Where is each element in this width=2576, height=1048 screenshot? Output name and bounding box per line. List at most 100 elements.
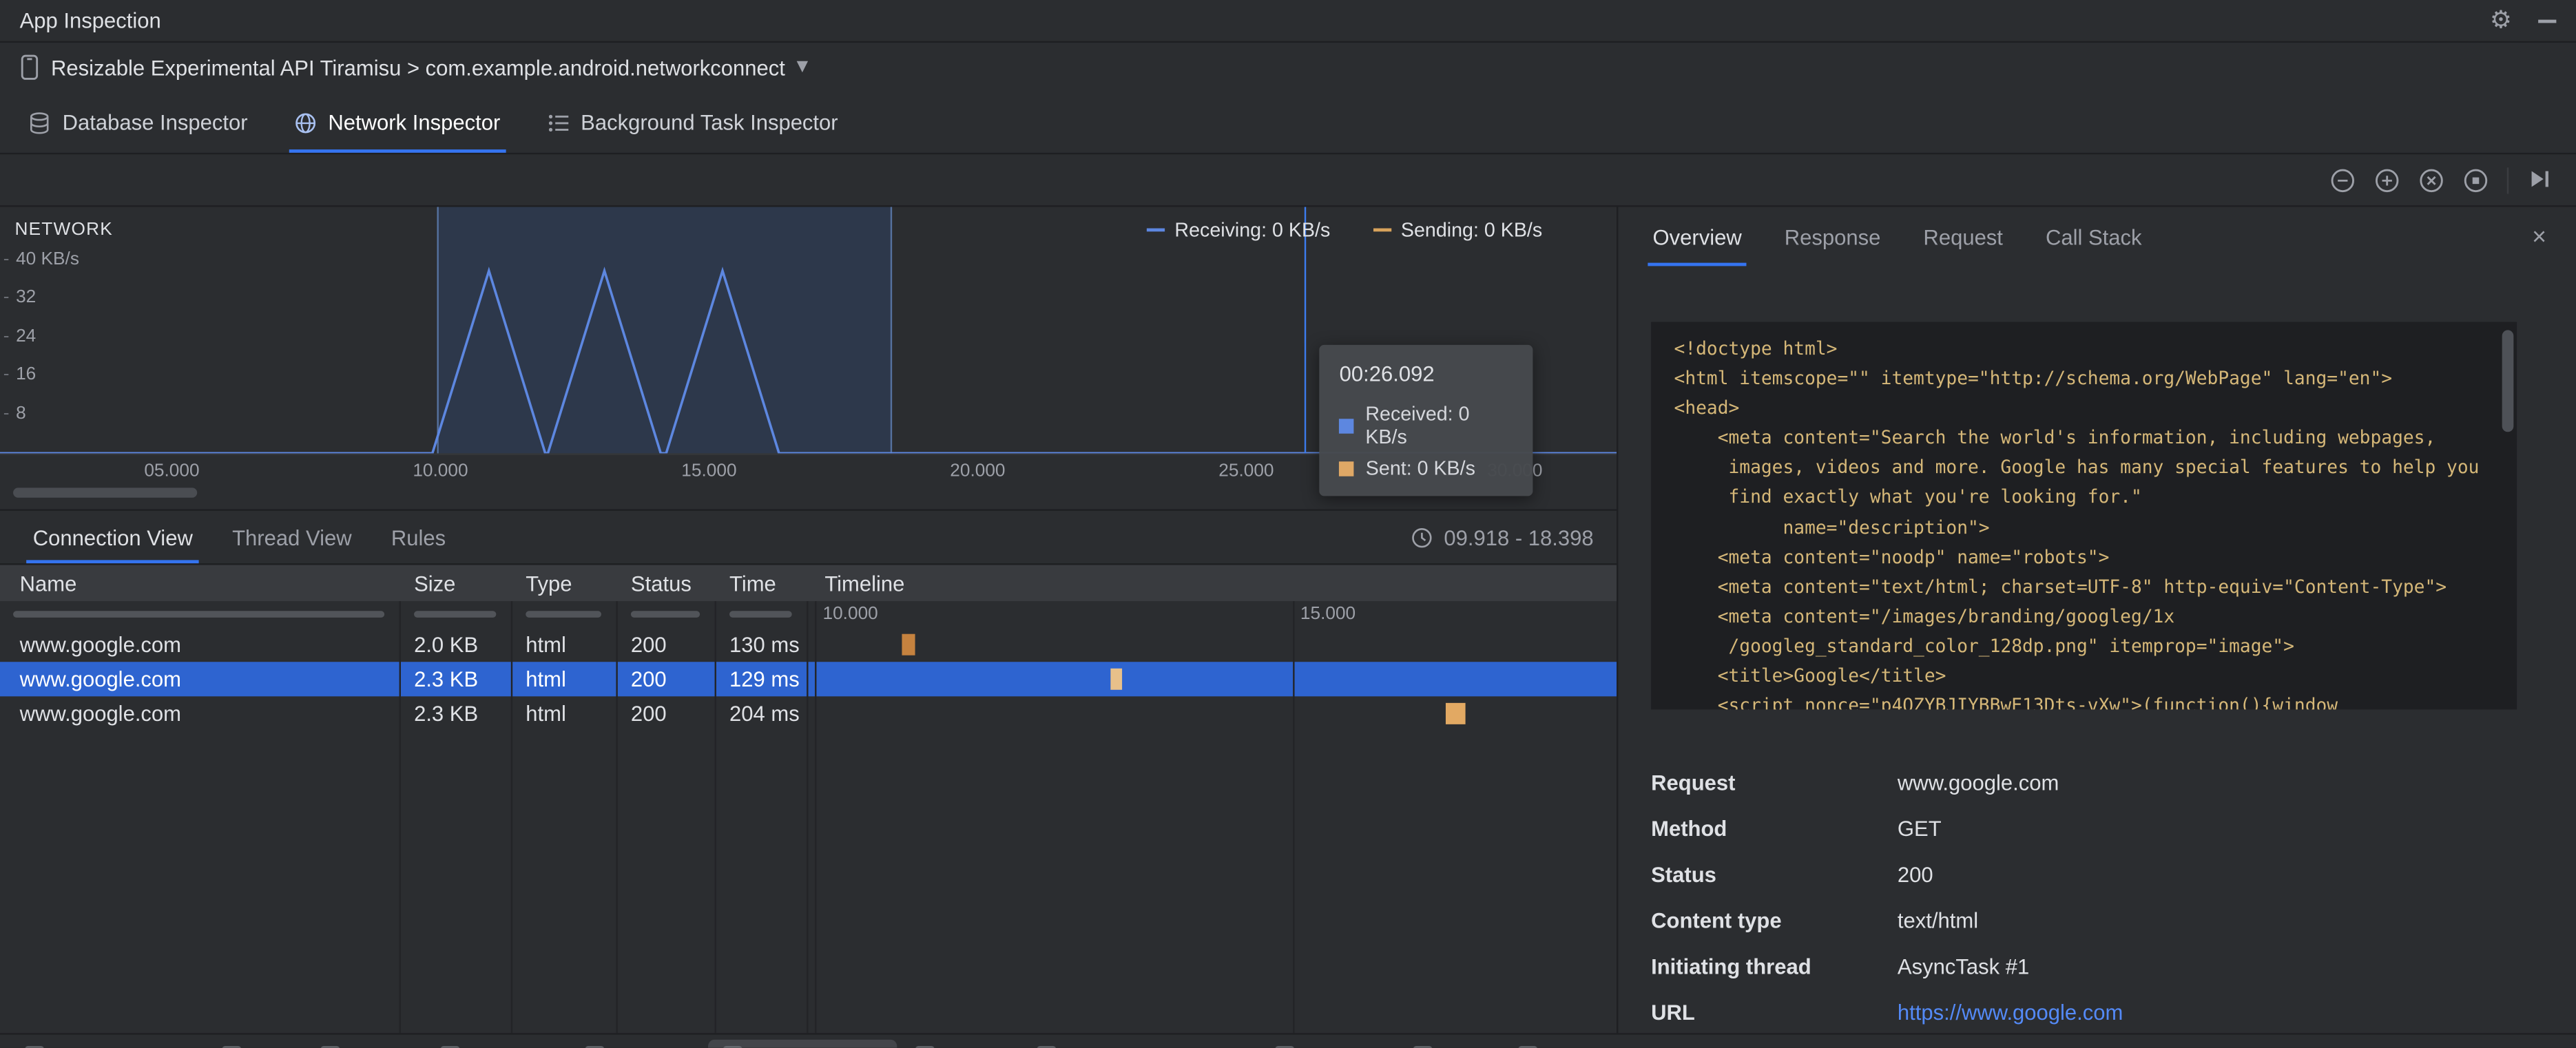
- timeline-event-tick: [902, 633, 915, 656]
- go-live-icon[interactable]: [2526, 167, 2553, 193]
- toolwindow-label: Build: [1442, 1045, 1486, 1048]
- toolwindow-button-terminal[interactable]: Terminal: [570, 1040, 704, 1048]
- tab-connection-view[interactable]: Connection View: [13, 511, 212, 564]
- cell-timeline: [809, 696, 1617, 731]
- column-grip[interactable]: [13, 611, 385, 618]
- process-selector[interactable]: Resizable Experimental API Tiramisu > co…: [0, 43, 2576, 92]
- toolwindow-icon: [222, 1046, 242, 1048]
- tab-request[interactable]: Request: [1902, 207, 2024, 266]
- database-icon: [30, 112, 49, 134]
- receiving-legend-swatch: [1146, 228, 1165, 232]
- settings-gear-icon[interactable]: ⚙: [2490, 8, 2512, 33]
- toolwindow-label: Version Control: [54, 1045, 189, 1048]
- column-header-size[interactable]: Size: [401, 571, 512, 596]
- reset-zoom-icon[interactable]: [2418, 167, 2444, 193]
- toolwindow-label: Run: [251, 1045, 288, 1048]
- table-row-selected[interactable]: www.google.com 2.3 KB html 200 129 ms: [0, 662, 1617, 697]
- code-line: <script nonce="p4QZYBJIYBBwE13Dts-vXw">(…: [1674, 695, 2338, 710]
- minimize-icon[interactable]: [2538, 19, 2557, 23]
- tab-call-stack[interactable]: Call Stack: [2024, 207, 2163, 266]
- table-row[interactable]: www.google.com 2.0 KB html 200 130 ms: [0, 627, 1617, 662]
- tab-network-inspector[interactable]: Network Inspector: [276, 92, 518, 153]
- toolwindow-icon: [722, 1046, 742, 1048]
- chart-tooltip: 00:26.092 Received: 0 KB/s Sent: 0 KB/s: [1320, 344, 1534, 496]
- toolwindow-button-run[interactable]: Run: [207, 1040, 302, 1048]
- tab-database-inspector[interactable]: Database Inspector: [10, 92, 265, 153]
- code-line: <html itemscope="" itemtype="http://sche…: [1674, 368, 2393, 390]
- globe-icon: [295, 112, 315, 133]
- zoom-out-icon[interactable]: [2329, 167, 2356, 193]
- chart-legend: Receiving: 0 KB/s Sending: 0 KB/s: [1146, 218, 1542, 242]
- field-value: www.google.com: [1897, 769, 2059, 795]
- cell-name: www.google.com: [19, 667, 182, 692]
- code-line: find exactly what you're looking for.": [1674, 487, 2142, 509]
- toolwindow-button-logcat[interactable]: Logcat: [900, 1040, 1019, 1048]
- toolwindow-button-app-quality-insights[interactable]: App Quality Insights: [1022, 1040, 1256, 1048]
- cell-size: 2.3 KB: [414, 667, 479, 692]
- tab-background-task-inspector[interactable]: Background Task Inspector: [528, 92, 856, 153]
- field-value: AsyncTask #1: [1897, 953, 2030, 978]
- table-header: Name Size Type Status Time Timeline: [0, 565, 1617, 601]
- code-line: <meta content="noodp" name="robots">: [1674, 546, 2110, 568]
- url-link[interactable]: https://www.google.com: [1898, 999, 2123, 1024]
- column-grip[interactable]: [526, 611, 601, 618]
- process-label: Resizable Experimental API Tiramisu > co…: [50, 54, 785, 80]
- column-header-type[interactable]: Type: [512, 571, 618, 596]
- column-grip[interactable]: [630, 611, 700, 618]
- toolwindow-button-app-inspection[interactable]: App Inspection: [707, 1039, 897, 1048]
- toolwindow-button-services[interactable]: Services: [1260, 1040, 1395, 1048]
- toolwindow-button-problems[interactable]: Problems: [425, 1040, 568, 1048]
- code-line: name="description">: [1674, 516, 1990, 538]
- close-icon[interactable]: ×: [2515, 224, 2563, 249]
- cell-status: 200: [630, 632, 667, 658]
- detail-field-initiating-thread: Initiating thread AsyncTask #1: [1651, 943, 2543, 989]
- toolwindow-label: Problems: [469, 1045, 552, 1048]
- column-header-status[interactable]: Status: [618, 571, 716, 596]
- code-scrollbar[interactable]: [2502, 330, 2514, 432]
- sent-swatch: [1339, 461, 1355, 476]
- tab-label: Background Task Inspector: [581, 109, 838, 135]
- zoom-to-selection-icon[interactable]: [2462, 167, 2489, 193]
- tab-thread-view[interactable]: Thread View: [212, 511, 371, 563]
- code-line: <meta content="/images/branding/googleg/…: [1674, 605, 2175, 627]
- field-label: Status: [1651, 861, 1716, 886]
- column-grip[interactable]: [414, 611, 497, 618]
- toolwindow-button-todo[interactable]: TODO: [306, 1040, 422, 1048]
- zoom-in-icon[interactable]: [2374, 167, 2400, 193]
- timeline-axis-label: 10.000: [822, 604, 878, 625]
- column-header-timeline[interactable]: Timeline: [809, 571, 1617, 596]
- cell-status: 200: [630, 667, 667, 692]
- toolwindow-button-profiler[interactable]: Profiler: [1504, 1040, 1625, 1048]
- code-line: <title>Google</title>: [1674, 665, 1946, 687]
- toolwindow-button-version-control[interactable]: Version Control: [10, 1040, 204, 1048]
- phone-icon: [21, 54, 39, 80]
- toolwindow-label: App Quality Insights: [1066, 1045, 1242, 1048]
- toolwindow-button-build[interactable]: Build: [1398, 1040, 1501, 1048]
- chart-scrollbar[interactable]: [13, 488, 198, 498]
- detail-field-url: URL https://www.google.com: [1651, 989, 2543, 1035]
- response-body-preview[interactable]: <!doctype html> <html itemscope="" itemty…: [1651, 322, 2517, 710]
- table-row[interactable]: www.google.com 2.3 KB html 200 204 ms: [0, 696, 1617, 731]
- tooltip-timestamp: 00:26.092: [1339, 361, 1435, 386]
- toolbar-separator: [2506, 167, 2509, 193]
- column-header-name[interactable]: Name: [0, 571, 401, 596]
- code-line: <head>: [1674, 397, 1740, 419]
- tab-overview[interactable]: Overview: [1632, 207, 1763, 266]
- toolwindow-label: TODO: [350, 1045, 406, 1048]
- toolwindow-icon: [915, 1046, 935, 1048]
- clock-icon: [1412, 527, 1432, 547]
- toolwindow-icon: [439, 1046, 459, 1048]
- tab-rules[interactable]: Rules: [371, 511, 466, 563]
- column-header-time[interactable]: Time: [716, 571, 809, 596]
- tab-response[interactable]: Response: [1763, 207, 1902, 266]
- tab-label: Network Inspector: [328, 109, 501, 135]
- details-tab-bar: Overview Response Request Call Stack ×: [1618, 207, 2576, 266]
- connections-table: Name Size Type Status Time Timeline 10.0…: [0, 565, 1617, 1035]
- timeline-axis: 10.000 15.000: [809, 601, 1617, 627]
- receiving-legend-label: Receiving: 0 KB/s: [1174, 218, 1331, 242]
- field-label: URL: [1651, 999, 1695, 1025]
- network-chart[interactable]: NETWORK Receiving: 0 KB/s Sending: 0 KB/…: [0, 207, 1617, 510]
- column-grip[interactable]: [729, 611, 792, 618]
- app-inspection-window: App Inspection ⚙ Resizable Experimental …: [0, 0, 2576, 1048]
- x-axis-label: 05.000: [144, 461, 200, 481]
